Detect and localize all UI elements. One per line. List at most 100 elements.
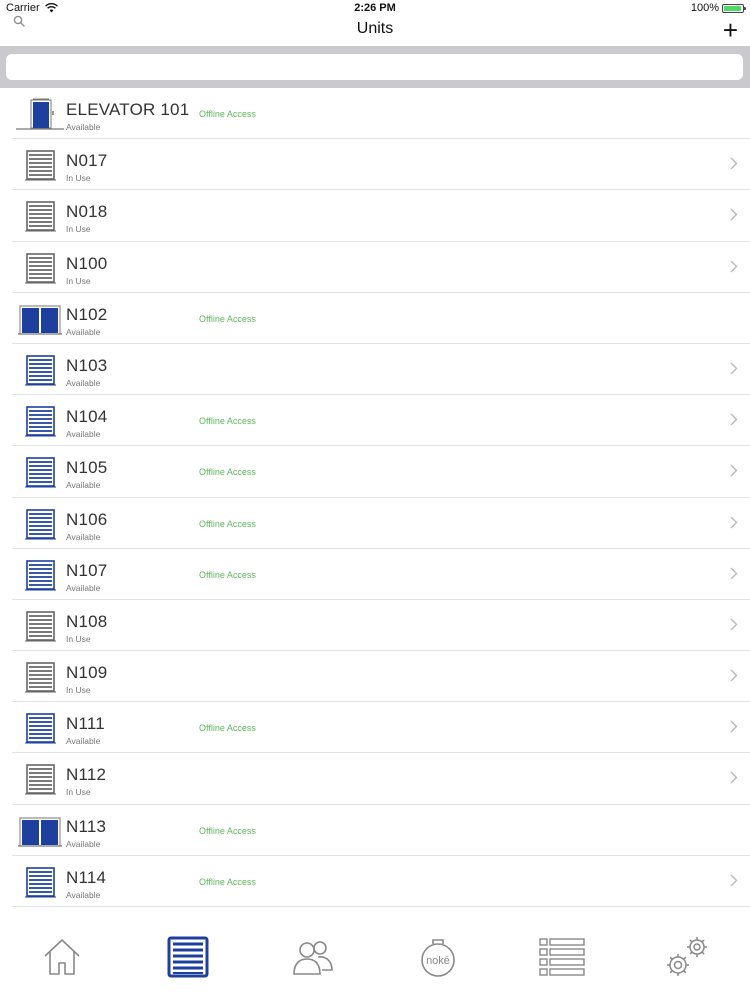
list-item[interactable]: N017 In Use (0, 139, 750, 191)
tab-units[interactable] (163, 932, 213, 982)
units-icon (167, 936, 209, 978)
chevron-right-icon (730, 874, 738, 887)
unit-status: In Use (66, 685, 91, 696)
list-icon (539, 938, 585, 976)
tab-home[interactable] (37, 932, 87, 982)
offline-access-badge: Offline Access (199, 467, 256, 478)
list-item[interactable]: N102 Available Offline Access (0, 293, 750, 345)
list-item[interactable]: N100 In Use (0, 242, 750, 293)
unit-name: N102 (66, 304, 108, 324)
roll-door-gray-icon (16, 660, 64, 694)
unit-name: N018 (66, 202, 108, 222)
battery-group: 100% (690, 2, 746, 14)
noke-label: nokē (426, 955, 450, 967)
noke-lock-icon: nokē (421, 939, 455, 977)
chevron-right-icon (730, 157, 738, 170)
tab-bar: nokē (0, 918, 750, 1000)
unit-status: In Use (66, 224, 91, 235)
search-input[interactable] (6, 54, 743, 80)
roll-door-blue-icon (16, 865, 64, 899)
roll-door-gray-icon (16, 199, 64, 233)
list-item[interactable]: N108 In Use (0, 600, 750, 652)
roll-door-gray-icon (16, 609, 64, 643)
unit-name: N103 (66, 355, 108, 375)
chevron-right-icon (730, 464, 738, 477)
unit-name: N109 (66, 663, 108, 683)
unit-status: Available (66, 326, 101, 337)
unit-status: In Use (66, 173, 91, 184)
unit-name: ELEVATOR 101 (66, 100, 190, 119)
unit-status: Available (66, 889, 101, 900)
list-item[interactable]: N103 Available (0, 344, 750, 396)
unit-status: In Use (66, 787, 91, 798)
unit-status: Available (66, 429, 101, 440)
list-item[interactable]: N106 Available Offline Access (0, 498, 750, 549)
unit-status: Available (66, 531, 101, 542)
chevron-right-icon (730, 771, 738, 784)
chevron-right-icon (730, 618, 738, 631)
list-item[interactable]: N112 In Use (0, 753, 750, 805)
chevron-right-icon (730, 413, 738, 426)
roll-door-blue-icon (16, 353, 64, 387)
unit-status: Available (66, 838, 101, 849)
roll-door-blue-icon (16, 558, 64, 592)
chevron-right-icon (730, 362, 738, 375)
tab-noke[interactable]: nokē (413, 932, 463, 982)
unit-status: Available (66, 122, 101, 132)
status-bar: Carrier 2:26 PM 100% (0, 0, 750, 16)
unit-status: In Use (66, 633, 91, 644)
unit-status: Available (66, 582, 101, 593)
list-item[interactable]: N104 Available Offline Access (0, 395, 750, 447)
offline-access-badge: Offline Access (199, 416, 256, 427)
unit-name: N107 (66, 560, 108, 580)
list-item[interactable]: N107 Available Offline Access (0, 549, 750, 601)
users-icon (293, 941, 333, 975)
battery-percent: 100% (690, 2, 719, 14)
double-door-blue-icon (16, 302, 64, 336)
unit-name: N111 (66, 714, 105, 734)
unit-name: N114 (66, 867, 107, 887)
list-item[interactable]: N109 In Use (0, 651, 750, 703)
offline-access-badge: Offline Access (199, 723, 256, 734)
unit-status: Available (66, 377, 101, 388)
chevron-right-icon (730, 260, 738, 273)
home-icon (44, 939, 80, 975)
list-item[interactable]: N105 Available Offline Access (0, 446, 750, 498)
chevron-right-icon (730, 720, 738, 733)
double-door-blue-icon (16, 814, 64, 848)
offline-access-badge: Offline Access (199, 876, 256, 887)
unit-name: N017 (66, 151, 108, 171)
chevron-right-icon (730, 208, 738, 221)
offline-access-badge: Offline Access (199, 825, 256, 836)
search-icon (13, 15, 25, 27)
unit-list: ELEVATOR 101 Available Offline Access N017 I… (0, 88, 750, 908)
unit-name: N104 (66, 407, 108, 427)
tab-settings[interactable] (662, 932, 712, 982)
unit-name: N112 (66, 765, 107, 785)
battery-icon (722, 3, 746, 13)
list-item[interactable]: ELEVATOR 101 Available Offline Access (0, 88, 750, 140)
list-item[interactable]: N113 Available Offline Access (0, 805, 750, 857)
roll-door-gray-icon (16, 148, 64, 182)
navigation-bar: Units + (0, 16, 750, 46)
tab-activity[interactable] (537, 932, 587, 982)
unit-name: N100 (66, 253, 108, 273)
roll-door-blue-icon (16, 711, 64, 745)
list-item[interactable]: N111 Available Offline Access (0, 702, 750, 754)
tab-users[interactable] (288, 932, 338, 982)
roll-door-blue-icon (16, 455, 64, 489)
unit-name: N108 (66, 611, 108, 631)
roll-door-blue-icon (16, 507, 64, 541)
list-item[interactable]: N114 Available Offline Access (0, 856, 750, 908)
roll-door-gray-icon (16, 762, 64, 796)
search-bar (0, 46, 750, 88)
clock: 2:26 PM (354, 2, 396, 14)
list-item[interactable]: N018 In Use (0, 190, 750, 242)
unit-name: N105 (66, 458, 108, 478)
chevron-right-icon (730, 516, 738, 529)
gear-icon (667, 937, 707, 976)
unit-name: N106 (66, 509, 108, 529)
add-unit-button[interactable]: + (723, 16, 738, 44)
roll-door-gray-icon (16, 251, 64, 285)
roll-door-blue-icon (16, 404, 64, 438)
